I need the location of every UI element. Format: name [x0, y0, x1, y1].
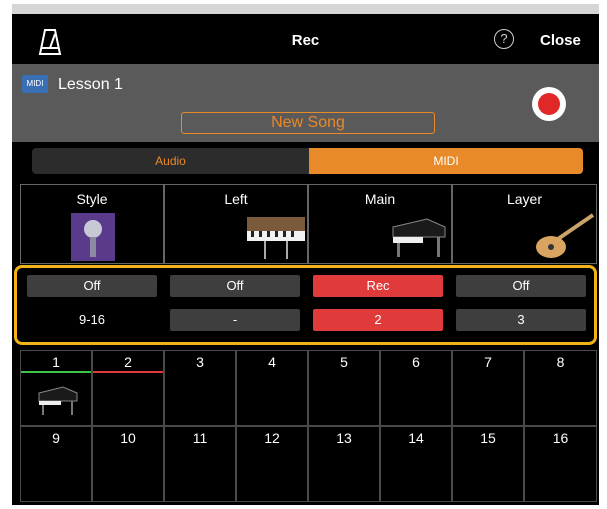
part-left[interactable]: Left [164, 184, 308, 264]
channel-cell[interactable]: 14 [380, 426, 452, 502]
channel-cell[interactable]: 2 [92, 350, 164, 426]
channel-cell[interactable]: 16 [524, 426, 597, 502]
microphone-icon [71, 213, 115, 261]
channel-cell[interactable]: 9 [20, 426, 92, 502]
song-panel: MIDI Lesson 1 New Song [12, 64, 599, 142]
part-style-channel: 9-16 [78, 312, 106, 327]
top-strip [12, 4, 599, 14]
channel-number: 6 [412, 354, 420, 370]
record-button[interactable] [532, 87, 566, 121]
channel-number: 14 [408, 430, 424, 446]
channel-number: 7 [484, 354, 492, 370]
channel-cell[interactable]: 8 [524, 350, 597, 426]
part-selector: Style Left Main Layer [20, 184, 597, 264]
channel-number: 9 [52, 430, 60, 446]
channel-indicator-red [93, 371, 163, 373]
channel-cell[interactable]: 6 [380, 350, 452, 426]
song-name: Lesson 1 [58, 76, 123, 93]
part-style[interactable]: Style [20, 184, 164, 264]
channel-number: 3 [196, 354, 204, 370]
part-main-channel-button[interactable]: 2 [313, 309, 443, 331]
channel-grid: 1 2 3 4 5 6 7 8 9 10 11 12 13 14 15 16 [20, 350, 597, 505]
channel-indicator-green [21, 371, 91, 373]
channel-number: 2 [124, 354, 132, 370]
part-main[interactable]: Main [308, 184, 452, 264]
channel-cell[interactable]: 3 [164, 350, 236, 426]
channel-number: 10 [120, 430, 136, 446]
mode-midi-tab[interactable]: MIDI [309, 148, 583, 174]
keyboard-icon [247, 217, 305, 259]
part-label: Left [224, 191, 248, 207]
part-left-state-button[interactable]: Off [170, 275, 300, 297]
channel-number: 11 [192, 430, 208, 446]
part-label: Main [364, 191, 396, 207]
part-layer-state-button[interactable]: Off [456, 275, 586, 297]
mode-toggle: Audio MIDI [12, 142, 599, 180]
help-icon[interactable]: ? [494, 29, 514, 49]
record-dot-icon [538, 93, 560, 115]
channel-number: 15 [480, 430, 496, 446]
part-main-state-button[interactable]: Rec [313, 275, 443, 297]
part-layer[interactable]: Layer [452, 184, 597, 264]
part-label: Layer [506, 191, 543, 207]
grand-piano-icon [38, 386, 78, 415]
part-left-channel-button[interactable]: - [170, 309, 300, 331]
rec-screen: Rec ? Close MIDI Lesson 1 New Song Audio… [12, 4, 599, 505]
channel-cell[interactable]: 12 [236, 426, 308, 502]
part-layer-channel-button[interactable]: 3 [456, 309, 586, 331]
part-label: Style [76, 191, 108, 207]
mode-audio-tab[interactable]: Audio [32, 148, 309, 174]
new-song-button[interactable]: New Song [181, 112, 435, 134]
close-button[interactable]: Close [540, 32, 581, 49]
header-bar: Rec ? Close [12, 14, 599, 64]
channel-number: 8 [556, 354, 565, 370]
midi-file-icon: MIDI [22, 75, 48, 93]
channel-number: 16 [552, 430, 569, 446]
channel-number: 5 [340, 354, 348, 370]
channel-cell[interactable]: 1 [20, 350, 92, 426]
grand-piano-icon [392, 218, 446, 257]
channel-number: 13 [336, 430, 352, 446]
channel-cell[interactable]: 15 [452, 426, 524, 502]
channel-cell[interactable]: 13 [308, 426, 380, 502]
part-style-state-button[interactable]: Off [27, 275, 157, 297]
channel-number: 1 [52, 354, 60, 370]
channel-cell[interactable]: 5 [308, 350, 380, 426]
channel-number: 4 [268, 354, 276, 370]
channel-cell[interactable]: 7 [452, 350, 524, 426]
channel-cell[interactable]: 4 [236, 350, 308, 426]
channel-number: 12 [264, 430, 280, 446]
channel-cell[interactable]: 11 [164, 426, 236, 502]
guitar-icon [536, 213, 595, 258]
channel-cell[interactable]: 10 [92, 426, 164, 502]
